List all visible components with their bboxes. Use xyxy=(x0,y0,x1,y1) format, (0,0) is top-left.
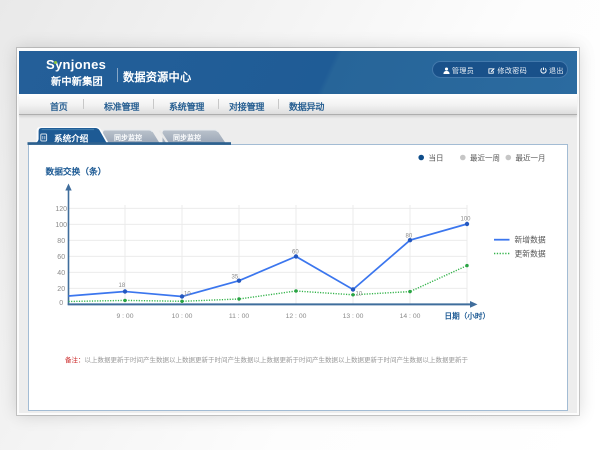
svg-text:数据交换（条）: 数据交换（条） xyxy=(46,166,107,177)
svg-text:0: 0 xyxy=(59,300,63,307)
svg-text:最近一月: 最近一月 xyxy=(516,153,546,163)
svg-text:同步监控: 同步监控 xyxy=(114,133,142,142)
svg-text:更新数据: 更新数据 xyxy=(515,248,546,258)
svg-text:20: 20 xyxy=(57,286,65,293)
svg-text:60: 60 xyxy=(57,254,65,261)
svg-text:当日: 当日 xyxy=(429,153,444,163)
svg-text:60: 60 xyxy=(292,250,299,256)
svg-text:日期（小时）: 日期（小时） xyxy=(445,311,491,321)
svg-text:10 : 00: 10 : 00 xyxy=(172,313,193,320)
svg-text:13 : 00: 13 : 00 xyxy=(343,313,364,320)
svg-text:新增数据: 新增数据 xyxy=(515,235,546,245)
svg-text:9 : 00: 9 : 00 xyxy=(116,313,133,320)
svg-text:80: 80 xyxy=(406,234,413,240)
svg-text:10: 10 xyxy=(356,292,363,298)
svg-text:同步监控: 同步监控 xyxy=(173,133,201,142)
svg-text:10: 10 xyxy=(184,292,191,298)
svg-text:系统介绍: 系统介绍 xyxy=(54,133,89,144)
svg-text:100: 100 xyxy=(55,222,67,229)
svg-text:最近一周: 最近一周 xyxy=(470,153,500,163)
svg-text:11 : 00: 11 : 00 xyxy=(229,313,250,320)
svg-text:80: 80 xyxy=(57,238,65,245)
svg-text:40: 40 xyxy=(57,270,65,277)
svg-text:12 : 00: 12 : 00 xyxy=(286,313,307,320)
svg-text:35: 35 xyxy=(232,275,239,281)
svg-text:18: 18 xyxy=(119,283,126,289)
svg-text:14 : 00: 14 : 00 xyxy=(400,313,421,320)
svg-text:100: 100 xyxy=(461,217,472,223)
svg-text:120: 120 xyxy=(55,206,67,213)
